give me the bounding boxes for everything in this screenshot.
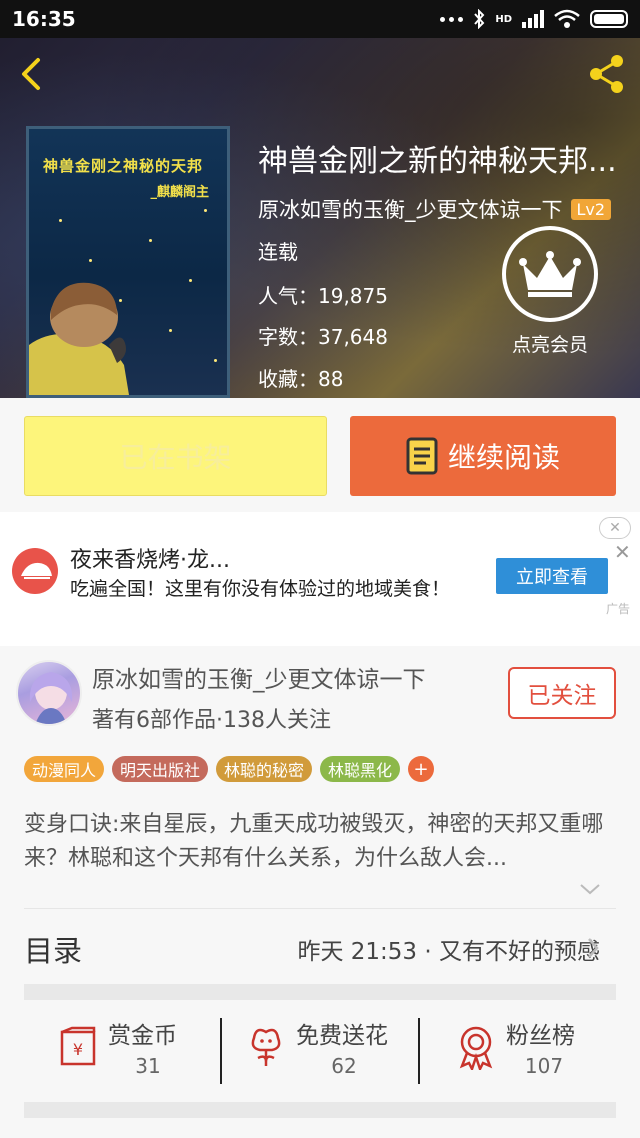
stat-value: 107 [524,1054,564,1078]
status-icons: HD [440,9,628,29]
section-separator [24,1102,616,1118]
ad-view-button[interactable]: 立即查看 [496,558,608,594]
stat-label: 免费送花 [296,1023,388,1049]
stat-free-flowers[interactable]: 免费送花 62 [246,1010,406,1086]
stats-row: ¥ 赏金币 31 免费送花 62 粉丝榜 107 [0,1010,640,1090]
wifi-icon [554,9,580,28]
book-description[interactable]: 变身口诀:来自星辰，九重天成功被毁灭，神密的天邦又重哪来？林聪和这个天邦有什么关… [24,808,620,876]
status-time: 16:35 [12,7,76,31]
ad-banner[interactable]: 夜来香烧烤·龙... 吃遍全国！这里有你没有体验过的地域美食！ 立即查看 ✕ ✕… [0,512,640,646]
book-word-count: 字数：37,648 [258,325,388,349]
cover-title: 神兽金刚之神秘的天邦 [43,157,204,175]
book-status: 连载 [258,240,298,264]
network-type: HD [495,13,512,25]
ad-title: 夜来香烧烤·龙... [70,548,230,573]
ad-dismiss-icon[interactable]: ✕ [599,517,631,539]
vip-label: 点亮会员 [511,334,588,356]
ad-close-icon[interactable]: ✕ [614,540,631,564]
tag-list: 动漫同人 明天出版社 林聪的秘密 林聪黑化 + [24,756,435,782]
crown-icon [502,226,598,322]
book-author[interactable]: 原冰如雪的玉衡_少更文体谅一下 [258,194,563,224]
book-cover[interactable]: 神兽金刚之神秘的天邦 _麒麟阁主 [26,126,230,398]
back-button[interactable] [14,56,50,92]
ad-label: 广告 [605,602,630,616]
cover-author: _麒麟阁主 [150,185,209,200]
ad-logo [12,548,58,594]
continue-reading-button[interactable]: 继续阅读 [350,416,616,496]
stat-value: 31 [135,1054,161,1078]
author-avatar[interactable] [16,660,82,726]
signal-icon [522,10,544,28]
action-buttons: 已在书架 继续阅读 [0,398,640,512]
follow-button[interactable]: 已关注 [508,667,616,719]
tag-item[interactable]: 林聪的秘密 [216,756,313,782]
ad-description: 吃遍全国！这里有你没有体验过的地域美食！ [70,578,451,600]
cover-illustration [29,282,129,395]
continue-reading-label: 继续阅读 [447,441,560,474]
more-dots-icon [440,16,464,22]
author-stats: 著有6部作品·138人关注 [92,708,331,733]
battery-icon [590,10,628,28]
book-author-line[interactable]: 原冰如雪的玉衡_少更文体谅一下 Lv2 [258,194,612,224]
share-icon[interactable] [584,52,628,96]
bluetooth-icon [474,9,485,29]
latest-chapter[interactable]: 昨天 21:53 · 又有不好的预感 [297,932,600,966]
book-title: 神兽金刚之新的神秘天邦... [258,144,617,179]
author-section: 原冰如雪的玉衡_少更文体谅一下 著有6部作品·138人关注 已关注 动漫同人 明… [0,648,640,1138]
toc-label[interactable]: 目录 [24,928,82,970]
on-shelf-button[interactable]: 已在书架 [24,416,327,496]
book-icon [406,437,438,475]
tag-item[interactable]: 动漫同人 [24,756,105,782]
stat-label: 粉丝榜 [506,1023,575,1049]
stat-separator [220,1018,222,1084]
book-header: 16:35 HD 神兽金刚之神秘的天邦 _麒麟阁主 神兽金刚之新的神秘天邦... [0,0,640,398]
stat-fan-ranking[interactable]: 粉丝榜 107 [456,1010,596,1086]
book-favorites: 收藏：88 [258,367,344,391]
author-name[interactable]: 原冰如雪的玉衡_少更文体谅一下 [92,660,426,694]
stat-value: 62 [331,1054,357,1078]
stat-reward-coins[interactable]: ¥ 赏金币 31 [58,1010,198,1086]
book-popularity: 人气：19,875 [258,284,388,308]
tag-item[interactable]: 明天出版社 [112,756,209,782]
status-bar: 16:35 HD [0,0,640,38]
level-badge: Lv2 [570,198,612,220]
stat-label: 赏金币 [108,1023,177,1049]
chevron-right-icon[interactable] [585,936,601,960]
tag-item[interactable]: 林聪黑化 [320,756,401,782]
divider [24,908,616,909]
chevron-down-icon[interactable] [578,882,602,896]
add-tag-button[interactable]: + [408,756,435,782]
stat-separator [418,1018,420,1084]
section-separator [24,984,616,1000]
vip-membership-button[interactable]: 点亮会员 [500,226,600,357]
